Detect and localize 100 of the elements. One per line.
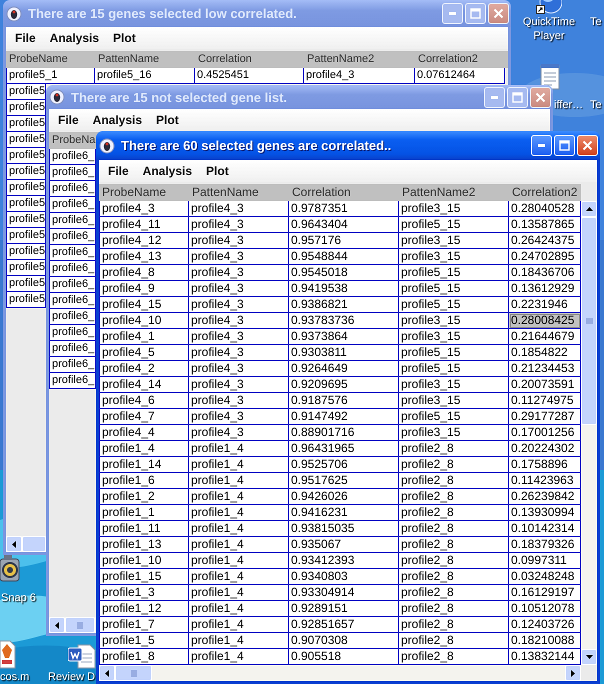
pattern-name: profile4_3 (189, 297, 289, 313)
pattern-name: profile4_3 (189, 425, 289, 441)
probe-name: profile4_9 (99, 281, 189, 297)
icon-label[interactable]: Review D (48, 670, 96, 684)
probe-name: profile4_6 (99, 393, 189, 409)
close-button[interactable] (488, 3, 509, 24)
document-icon[interactable] (68, 644, 96, 669)
pattern-name: profile1_4 (189, 457, 289, 473)
menu-item[interactable]: Plot (199, 164, 236, 178)
probe-name: profile5 (6, 180, 46, 196)
correlation-value: 0.93412393 (289, 553, 399, 569)
probe-name: profile1_2 (99, 489, 189, 505)
probe-name: profile6_ (49, 309, 96, 325)
scroll-left-button[interactable] (99, 665, 115, 681)
pattern-name: profile4_3 (189, 345, 289, 361)
correlation-value: 0.28008425 (509, 313, 581, 329)
column-header: ProbeNa (51, 133, 96, 148)
correlation-value: 0.18436706 (509, 265, 581, 281)
minimize-icon (538, 144, 545, 147)
pattern-name: profile4_3 (189, 409, 289, 425)
correlation-value: 0.18379326 (509, 537, 581, 553)
menu-item[interactable]: File (101, 164, 136, 178)
grip-icon (130, 668, 136, 678)
correlation-value: 0.9209695 (289, 377, 399, 393)
column-header: PattenName2 (306, 52, 376, 67)
scroll-thumb[interactable] (22, 536, 46, 552)
notepad-icon[interactable] (540, 63, 560, 90)
close-button[interactable] (530, 86, 551, 108)
grip-icon (584, 318, 594, 324)
correlation-value: 0.20073591 (509, 377, 581, 393)
icon-label[interactable]: cos.m (0, 670, 30, 684)
pattern-name: profile3_15 (399, 329, 509, 345)
correlation-value: 0.07612464 (415, 68, 505, 84)
horizontal-scrollbar[interactable] (99, 665, 581, 681)
vertical-scrollbar[interactable] (581, 201, 597, 665)
menu-item[interactable]: File (51, 112, 86, 126)
correlation-value: 0.18210088 (509, 633, 581, 649)
correlation-value: 0.13587865 (509, 217, 581, 233)
correlation-value: 0.9517625 (289, 473, 399, 489)
probe-name: profile5 (6, 212, 46, 228)
correlation-value: 0.9643404 (289, 217, 399, 233)
scroll-left-button[interactable] (49, 617, 65, 633)
scroll-thumb[interactable] (581, 217, 597, 425)
probe-name: profile5 (6, 276, 46, 292)
arrow-left-icon (103, 668, 111, 678)
pattern-name: profile4_3 (189, 233, 289, 249)
menu-item[interactable]: File (8, 31, 43, 45)
correlation-value: 0.935067 (289, 537, 399, 553)
scroll-down-button[interactable] (581, 649, 597, 665)
scroll-thumb[interactable] (115, 665, 152, 681)
probe-name: profile5 (6, 148, 46, 164)
probe-name: profile6_ (49, 293, 96, 309)
probe-name: profile6_ (49, 357, 96, 373)
probe-name: profile5 (6, 164, 46, 180)
scroll-thumb[interactable] (65, 617, 95, 633)
probe-name: profile1_8 (99, 649, 189, 665)
menu-item[interactable]: Plot (149, 112, 186, 126)
correlation-value: 0.9426026 (289, 489, 399, 505)
pattern-name: profile5_16 (95, 68, 195, 84)
correlation-value: 0.9548844 (289, 249, 399, 265)
correlation-value: 0.26239842 (509, 489, 581, 505)
pattern-name: profile5_15 (399, 265, 509, 281)
correlation-value: 0.93815035 (289, 521, 399, 537)
pattern-name: profile1_4 (189, 553, 289, 569)
menu-item[interactable]: Analysis (86, 112, 150, 126)
correlation-value: 0.957176 (289, 233, 399, 249)
maximize-icon (558, 139, 571, 152)
menu-item[interactable]: Analysis (42, 31, 106, 45)
icon-label[interactable]: QuickTime Player (521, 15, 577, 43)
menu-item[interactable]: Analysis (136, 164, 200, 178)
window-title: There are 15 not selected gene list. (71, 90, 288, 104)
menu-item[interactable]: Plot (106, 31, 143, 45)
pattern-name: profile4_3 (189, 281, 289, 297)
pattern-name: profile4_3 (189, 393, 289, 409)
probe-name: profile1_1 (99, 505, 189, 521)
pattern-name: profile4_3 (304, 68, 415, 84)
probe-name: profile5 (6, 292, 46, 308)
scroll-up-button[interactable] (581, 201, 597, 217)
pattern-name: profile1_4 (189, 489, 289, 505)
probe-name: profile1_6 (99, 473, 189, 489)
app-icon (49, 89, 65, 105)
scroll-left-button[interactable] (6, 536, 22, 552)
probe-name: profile6_ (49, 165, 96, 181)
pattern-name: profile2_8 (399, 617, 509, 633)
icon-label[interactable]: Te (590, 15, 602, 29)
pattern-name: profile2_8 (399, 553, 509, 569)
probe-name: profile6_ (49, 277, 96, 293)
pattern-name: profile4_3 (189, 361, 289, 377)
document-icon[interactable] (0, 640, 16, 669)
pattern-name: profile3_15 (399, 233, 509, 249)
correlation-value: 0.9187576 (289, 393, 399, 409)
scroll-right-button[interactable] (565, 665, 581, 681)
correlation-value: 0.4525451 (195, 68, 304, 84)
correlation-value: 0.96431965 (289, 441, 399, 457)
probe-name: profile5 (6, 228, 46, 244)
correlation-value: 0.9289151 (289, 601, 399, 617)
arrow-up-icon (584, 205, 594, 213)
sphere-icon[interactable] (536, 0, 562, 15)
probe-name: profile4_15 (99, 297, 189, 313)
correlation-value: 0.20224302 (509, 441, 581, 457)
